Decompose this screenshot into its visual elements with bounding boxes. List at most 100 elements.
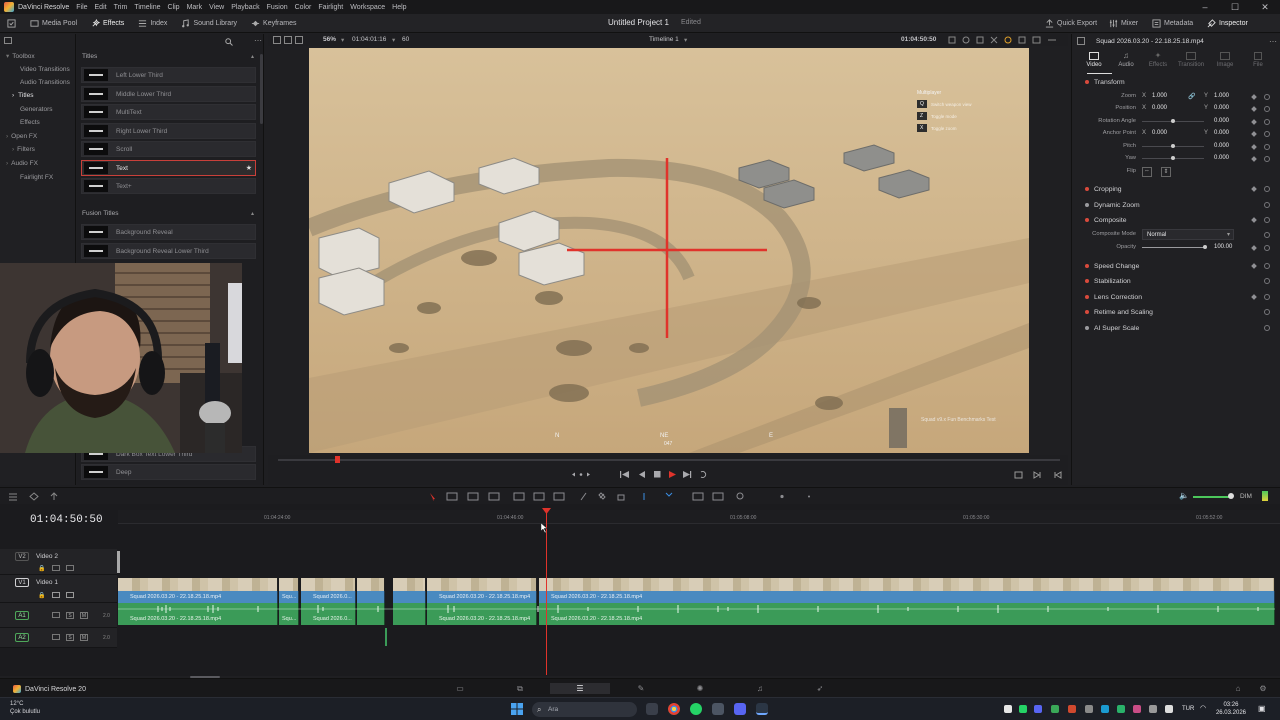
maximize-icon[interactable]: ☐ [1220,0,1250,14]
tab-transition[interactable]: Transition [1175,52,1207,68]
menu-trim[interactable]: Trim [114,4,128,11]
tab-video[interactable]: Video [1078,52,1110,68]
color-page-icon[interactable]: ✺ [691,683,709,694]
effects-button[interactable]: Effects [84,14,131,33]
zoom-dropdown-icon[interactable]: ▾ [341,36,344,44]
playback-controls[interactable] [568,469,718,480]
toolbox-item-audio-fx[interactable]: › Audio FX [0,157,76,169]
home-icon[interactable]: ⌂ [1229,683,1247,694]
minimize-icon[interactable]: – [1190,0,1220,14]
reset-icon[interactable] [1264,144,1270,150]
steam-icon[interactable] [712,703,724,715]
menu-view[interactable]: View [209,4,224,11]
edit-tools[interactable] [428,492,818,501]
search-icon[interactable] [225,38,233,46]
toolbox-item-toolbox[interactable]: ▾ Toolbox [0,50,76,62]
v2-clip-edge[interactable] [117,551,120,573]
toolbox-item-generators[interactable]: Generators [0,103,76,115]
video-viewer[interactable]: Multiplayer Q Z X Switch weapon view Tog… [309,48,1029,453]
tab-image[interactable]: Image [1209,52,1241,68]
video-clip[interactable]: Squad 2026.0... [301,591,356,603]
video-clip-thumbnail[interactable] [279,578,299,591]
timeline-name[interactable]: Timeline 1 [649,36,679,43]
title-left-lower-third[interactable]: Left Lower Third [81,67,256,83]
track-header-v2[interactable]: V2 Video 2 🔒 [0,549,117,575]
tab-effects[interactable]: ✦ Effects [1142,52,1174,69]
title-background-reveal-lower-third[interactable]: Background Reveal Lower Third [81,243,256,259]
collapse-icon[interactable]: ▴ [251,53,254,60]
section-stabilization[interactable]: Stabilization [1072,274,1280,288]
menu-timeline[interactable]: Timeline [134,4,160,11]
a2-clip-edge[interactable] [385,628,387,646]
opacity-value[interactable]: 100.00 [1214,244,1232,250]
video-clip-thumbnail[interactable] [427,578,537,591]
title-middle-lower-third[interactable]: Middle Lower Third [81,86,256,102]
menu-fusion[interactable]: Fusion [267,4,288,11]
video-clip-thumbnail[interactable] [357,578,385,591]
frame-field[interactable]: 60 [402,36,409,43]
timeline-playhead[interactable] [546,510,547,675]
timeline-dropdown-icon[interactable]: ▾ [684,36,687,44]
metadata-button[interactable]: Metadata [1145,14,1200,33]
tray-icon[interactable] [1149,705,1157,713]
menu-playback[interactable]: Playback [231,4,259,11]
menu-file[interactable]: File [76,4,87,11]
menu-fairlight[interactable]: Fairlight [318,4,343,11]
flip-horizontal-icon[interactable]: ⇔ [1142,167,1152,177]
inspector-options-icon[interactable]: ⋯ [1269,37,1277,46]
tray-icon[interactable] [1133,705,1141,713]
tray-icon[interactable] [1165,705,1173,713]
options-icon[interactable]: ⋯ [254,36,262,45]
rotation-slider-knob[interactable] [1171,119,1175,123]
timeline-ruler[interactable]: 01:04:24:00 01:04:46:00 01:05:08:00 01:0… [118,510,1280,524]
fairlight-page-icon[interactable]: ♫ [751,683,769,694]
flip-vertical-icon[interactable]: ⇕ [1161,167,1171,177]
close-icon[interactable]: ✕ [1250,0,1280,14]
track-header-a2[interactable]: A2 S M 2.0 [0,628,117,648]
position-x-value[interactable]: 0.000 [1152,105,1167,111]
system-clock[interactable]: 03:26 26.03.2026 [1216,701,1246,717]
video-clip[interactable] [393,591,426,603]
reset-icon[interactable] [1264,156,1270,162]
tray-icon[interactable] [1068,705,1076,713]
video-clip[interactable]: Squad 2026.03.20 - 22.18.25.18.mp4 [118,591,278,603]
rotation-value[interactable]: 0.000 [1214,118,1229,124]
section-speed-change[interactable]: Speed Change [1072,259,1280,273]
quick-export-button[interactable]: Quick Export [1038,14,1104,33]
viewer-tools-icons[interactable] [948,36,1058,44]
reset-icon[interactable] [1264,94,1270,100]
title-text-plus[interactable]: Text+ [81,178,256,194]
wifi-icon[interactable]: ◠ [1200,704,1206,712]
title-background-reveal[interactable]: Background Reveal [81,224,256,240]
master-volume-knob[interactable] [1228,493,1234,499]
toolbox-item-audio-transitions[interactable]: Audio Transitions [0,76,76,88]
section-ai-super-scale[interactable]: AI Super Scale [1072,321,1280,335]
sidebar-toggle-icon[interactable] [4,37,12,44]
video-clip-thumbnail[interactable] [539,578,1275,591]
opacity-slider[interactable] [1142,247,1204,248]
menu-color[interactable]: Color [295,4,312,11]
section-lens-correction[interactable]: Lens Correction [1072,290,1280,304]
menu-help[interactable]: Help [392,4,406,11]
track-header-v1[interactable]: V1 Video 1 🔒 [0,575,117,603]
anchor-x-value[interactable]: 0.000 [1152,130,1167,136]
menu-edit[interactable]: Edit [95,4,107,11]
fusion-page-icon[interactable]: ✎ [632,683,650,694]
notifications-icon[interactable]: ▣ [1258,704,1266,713]
pitch-slider-knob[interactable] [1171,144,1175,148]
section-cropping[interactable]: Cropping [1072,182,1280,196]
timecode-dropdown-icon[interactable]: ▾ [392,36,395,44]
video-clip-thumbnail[interactable] [393,578,426,591]
keyframes-button[interactable]: Keyframes [244,14,303,33]
tray-icon[interactable] [1051,705,1059,713]
toolbox-item-fairlight-fx[interactable]: Fairlight FX [0,171,76,183]
section-composite[interactable]: Composite [1072,213,1280,227]
section-transform[interactable]: Transform [1072,75,1280,89]
video-clip-thumbnail[interactable] [301,578,356,591]
tray-discord-icon[interactable] [1034,705,1042,713]
deliver-page-icon[interactable]: ➶ [811,683,829,694]
chrome-icon[interactable] [668,703,680,715]
cut-page-icon[interactable]: ⧉ [511,683,529,694]
composite-mode-dropdown[interactable]: Normal ▾ [1142,229,1234,240]
video-clip-thumbnail[interactable] [118,578,278,591]
